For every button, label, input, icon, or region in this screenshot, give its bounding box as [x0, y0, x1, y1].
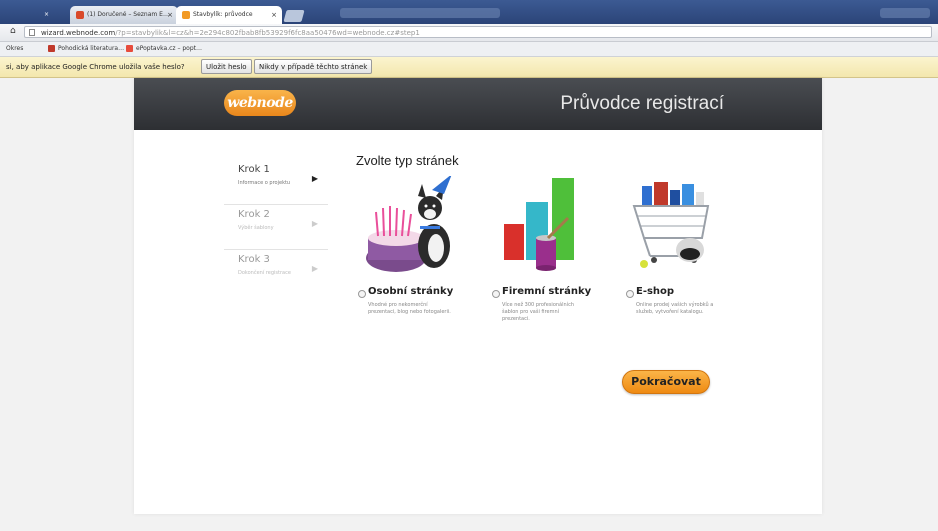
- bookmark-epoptavka[interactable]: ePoptavka.cz – popt…: [126, 42, 202, 56]
- play-arrow-icon: ▶: [311, 174, 318, 183]
- play-arrow-icon: ▶: [311, 264, 318, 273]
- step-3[interactable]: Krok 3 Dokončení registrace ▶: [224, 250, 328, 294]
- tab-close[interactable]: ×: [38, 6, 66, 24]
- shopping-cart-image: [632, 182, 710, 268]
- url-host: wizard.webnode.com: [41, 29, 116, 37]
- url-path: /?p=stavbylik&l=cz&h=2e294c802fbab8fb539…: [115, 29, 420, 37]
- step-subtitle: Dokončení registrace: [238, 270, 291, 276]
- seznam-favicon-icon: [76, 10, 84, 19]
- option-personal-desc: Vhodné pro nekomerční prezentaci, blog n…: [368, 302, 451, 315]
- window-controls-blur: [340, 8, 500, 18]
- tab-webnode-wizard[interactable]: Stavbylík: průvodce ×: [176, 6, 282, 24]
- wizard-steps: Krok 1 Informace o projektu ▶ Krok 2 Výb…: [224, 160, 328, 294]
- page-icon: [29, 29, 35, 36]
- address-bar[interactable]: wizard.webnode.com/?p=stavbylik&l=cz&h=2…: [24, 26, 932, 38]
- step-subtitle: Výběr šablony: [238, 225, 274, 231]
- bookmark-pohodicka-literatura[interactable]: Pohodická literatura…: [48, 42, 124, 56]
- webnode-favicon-icon: [182, 10, 190, 19]
- step-title: Krok 1: [238, 164, 270, 175]
- tab-close-icon[interactable]: ×: [167, 6, 173, 24]
- infobar-text: si, aby aplikace Google Chrome uložila v…: [6, 63, 185, 71]
- home-icon[interactable]: ⌂: [10, 26, 16, 36]
- step-2[interactable]: Krok 2 Výběr šablony ▶: [224, 205, 328, 250]
- window-controls-blur: [880, 8, 930, 18]
- option-personal-label[interactable]: Osobní stránky: [368, 286, 453, 297]
- option-business-desc: Více než 300 profesionálních šablon pro …: [502, 302, 574, 322]
- bar-chart-paint-image: [504, 178, 574, 271]
- bookmark-favicon-icon: [48, 45, 55, 52]
- wizard-header: webnode Průvodce registrací: [134, 78, 822, 130]
- new-tab-button[interactable]: [283, 10, 305, 22]
- step-1[interactable]: Krok 1 Informace o projektu ▶: [224, 160, 328, 205]
- tab-seznam-email[interactable]: (1) Doručené – Seznam E… ×: [70, 6, 178, 24]
- address-toolbar: ⌂ wizard.webnode.com/?p=stavbylik&l=cz&h…: [0, 24, 938, 42]
- step-subtitle: Informace o projektu: [238, 180, 291, 186]
- webnode-logo[interactable]: webnode: [224, 90, 296, 116]
- continue-button[interactable]: Pokračovat: [622, 370, 710, 394]
- step-title: Krok 2: [238, 209, 270, 220]
- bookmark-okres[interactable]: Okres: [6, 42, 23, 56]
- password-save-infobar: si, aby aplikace Google Chrome uložila v…: [0, 57, 938, 78]
- page-title: Průvodce registrací: [560, 93, 724, 114]
- radio-business[interactable]: [492, 290, 500, 298]
- option-eshop-desc: Online prodej vašich výrobků a služeb, v…: [636, 302, 714, 315]
- section-title: Zvolte typ stránek: [356, 153, 459, 168]
- step-title: Krok 3: [238, 254, 270, 265]
- radio-personal[interactable]: [358, 290, 366, 298]
- dog-birthday-cake-image: [366, 176, 452, 272]
- option-eshop-label[interactable]: E-shop: [636, 286, 674, 297]
- registration-wizard: webnode Průvodce registrací Krok 1 Infor…: [134, 78, 822, 514]
- tab-close-icon[interactable]: ×: [271, 6, 277, 24]
- bookmark-favicon-icon: [126, 45, 133, 52]
- bookmarks-bar: Okres Pohodická literatura… ePoptavka.cz…: [0, 42, 938, 57]
- never-save-password-button[interactable]: Nikdy v případě těchto stránek: [254, 59, 373, 74]
- play-arrow-icon: ▶: [311, 219, 318, 228]
- save-password-button[interactable]: Uložit heslo: [201, 59, 252, 74]
- browser-tab-bar: × (1) Doručené – Seznam E… × Stavbylík: p…: [0, 0, 938, 24]
- radio-eshop[interactable]: [626, 290, 634, 298]
- option-business-label[interactable]: Firemní stránky: [502, 286, 591, 297]
